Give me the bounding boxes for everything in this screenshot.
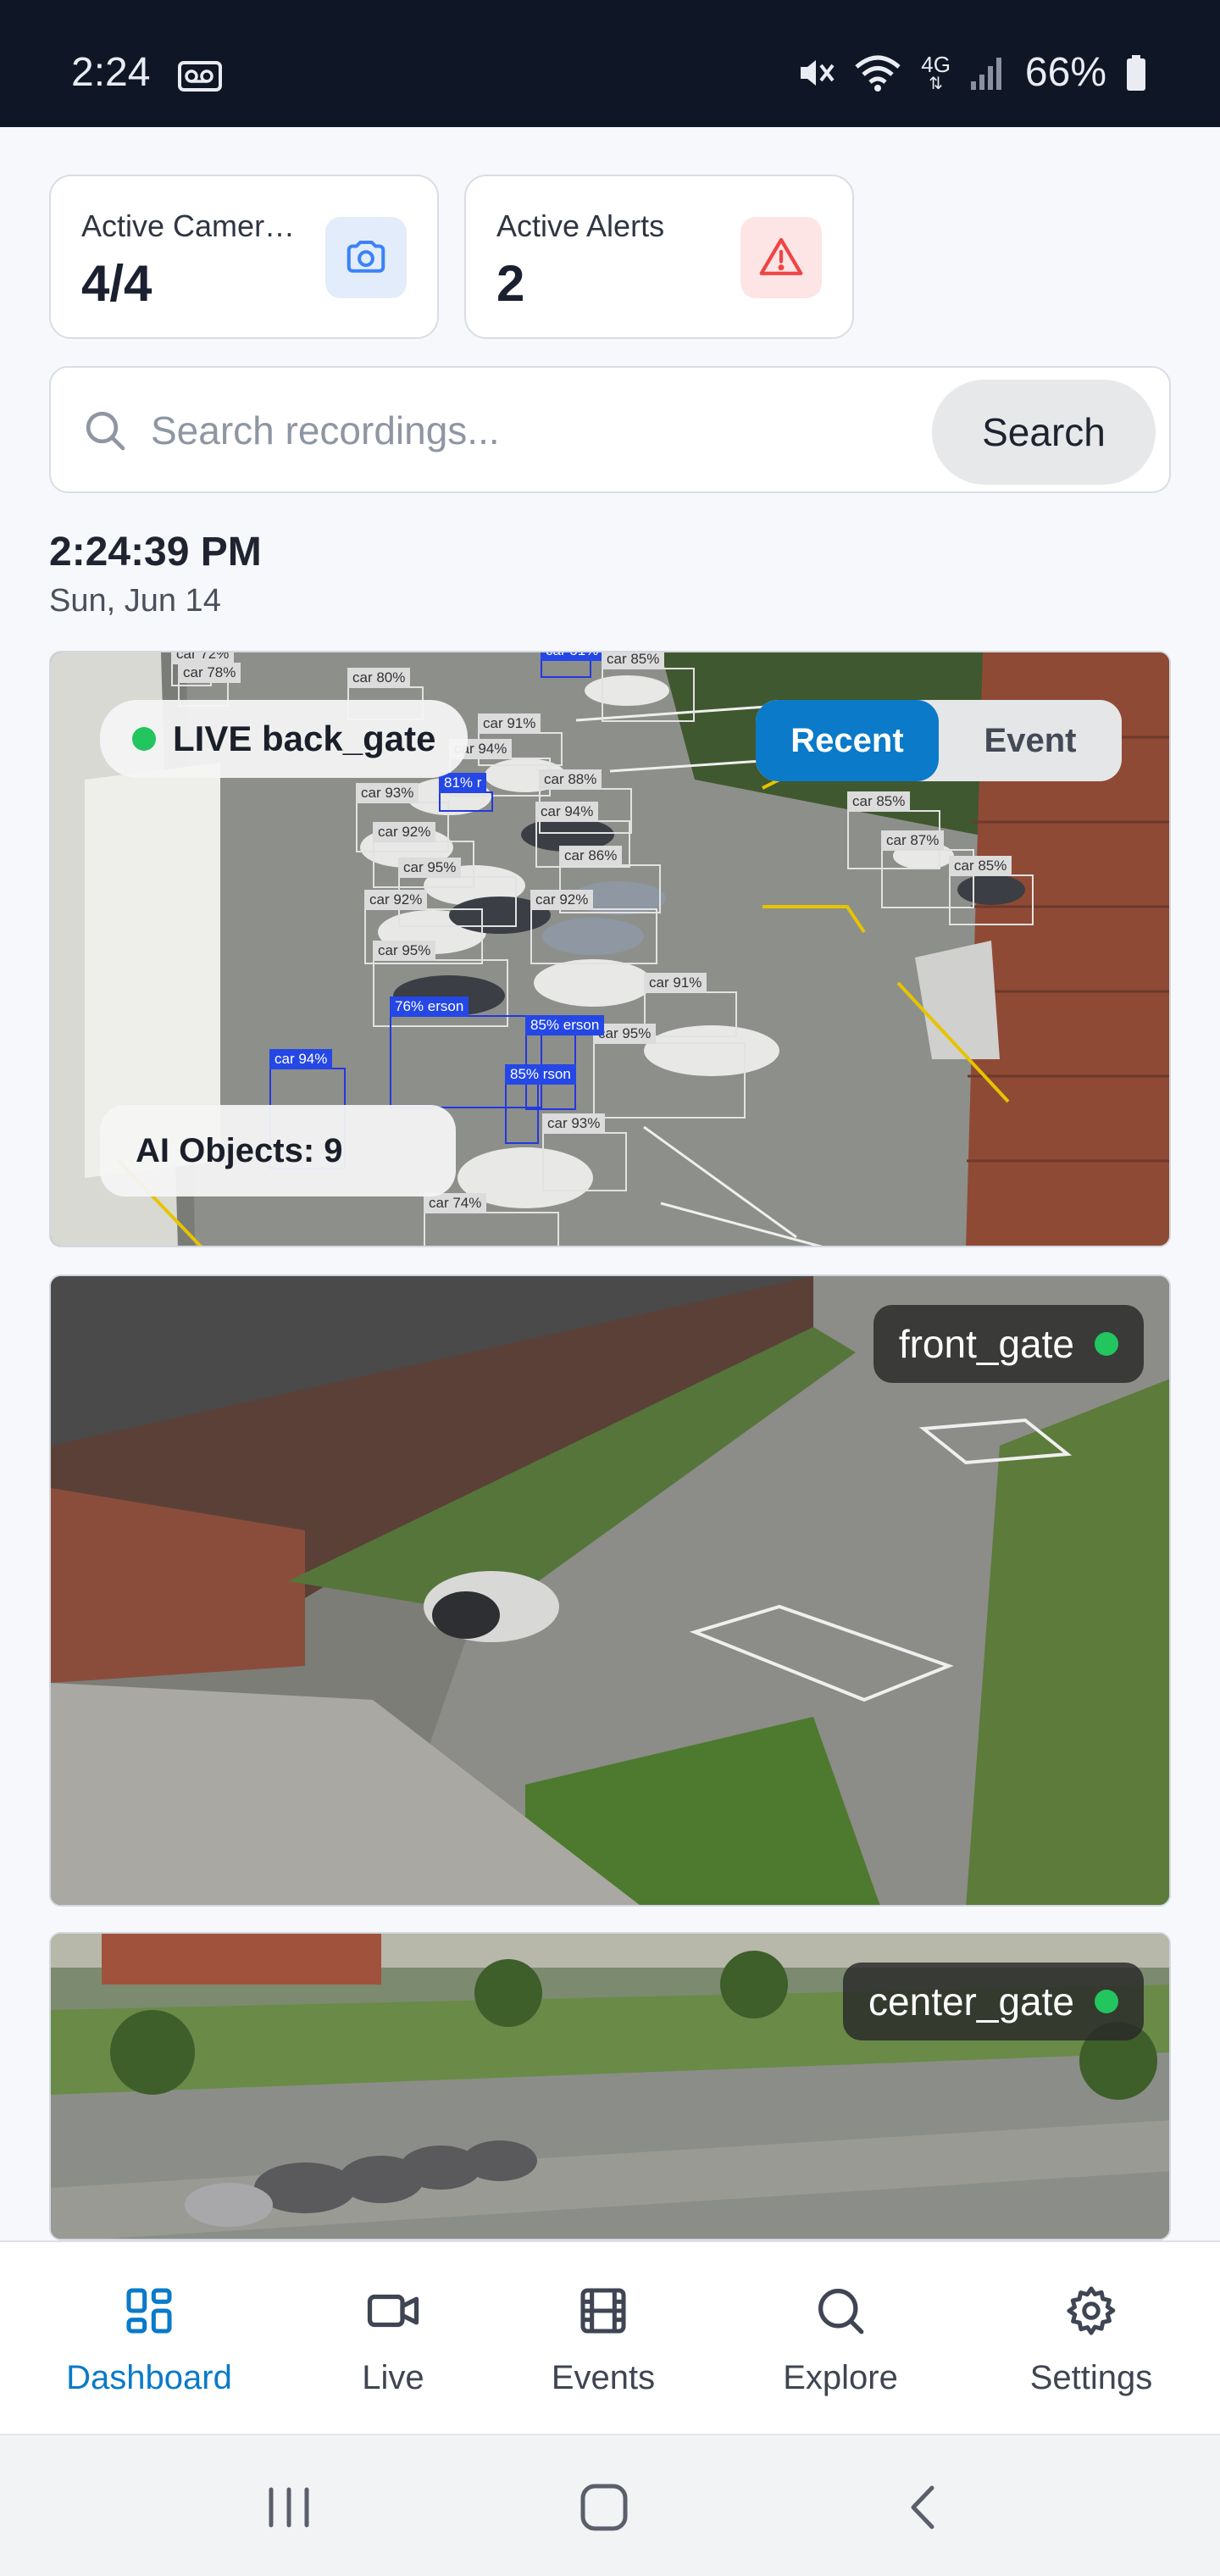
detection-label: car 92% — [530, 890, 594, 910]
status-time: 2:24 — [71, 50, 151, 95]
camera-tile-center-gate[interactable]: center_gate — [49, 1932, 1171, 2240]
detection-label: car 94% — [269, 1049, 333, 1069]
nav-label: Dashboard — [66, 2359, 232, 2396]
search-icon — [81, 407, 129, 458]
film-icon — [493, 2281, 713, 2340]
battery-icon — [1125, 54, 1147, 92]
camera-tile-back-gate[interactable]: car 72% car 78% car 80% car 51% car 85% … — [49, 651, 1171, 1247]
home-icon[interactable] — [574, 2478, 634, 2541]
camera-name-badge: center_gate — [843, 1963, 1144, 2040]
nav-label: Live — [362, 2359, 424, 2396]
nav-label: Settings — [1029, 2359, 1153, 2396]
detection-label: car 95% — [373, 941, 436, 961]
nav-label: Explore — [783, 2359, 898, 2396]
detection-label: car 93% — [542, 1113, 606, 1134]
search-icon — [730, 2281, 951, 2340]
detection-label: 81% r — [439, 773, 487, 793]
detection-label: car 86% — [559, 846, 623, 866]
camera-icon — [325, 217, 407, 298]
active-cameras-card[interactable]: Active Camer… 4/4 — [49, 175, 439, 339]
camera-tile-front-gate[interactable]: front_gate — [49, 1274, 1171, 1907]
back-icon[interactable] — [895, 2478, 954, 2541]
detection-label: car 93% — [356, 783, 419, 803]
nav-settings[interactable]: Settings — [981, 2281, 1201, 2397]
recent-toggle-button[interactable]: Recent — [756, 700, 939, 781]
search-button[interactable]: Search — [932, 380, 1156, 485]
ai-objects-badge: AI Objects: 9 — [100, 1105, 456, 1196]
detection-label: 76% erson — [390, 997, 469, 1017]
dashboard-main: Active Camer… 4/4 Active Alerts 2 Search… — [0, 127, 1220, 2240]
current-time: 2:24:39 PM — [49, 530, 262, 575]
active-alerts-value: 2 — [496, 255, 525, 312]
detection-label: car 78% — [178, 663, 241, 683]
detection-label: car 88% — [539, 769, 602, 790]
detection-label: car 85% — [602, 652, 665, 669]
active-alerts-label: Active Alerts — [496, 208, 665, 243]
active-cameras-label: Active Camer… — [81, 208, 296, 243]
network-type-icon: 4G ⇅ — [921, 51, 951, 93]
wifi-icon — [853, 53, 902, 92]
detection-label: car 92% — [373, 822, 436, 842]
active-alerts-card[interactable]: Active Alerts 2 — [464, 175, 854, 339]
nav-label: Events — [551, 2359, 656, 2396]
battery-percent: 66% — [1024, 50, 1106, 95]
camera-status-dot — [1095, 1332, 1118, 1356]
system-navigation-bar — [0, 2434, 1220, 2576]
camera-name-label: front_gate — [898, 1322, 1074, 1366]
status-bar: 2:24 4G ⇅ 66% — [0, 0, 1220, 127]
gear-icon — [981, 2281, 1201, 2340]
camera-status-dot — [1095, 1990, 1118, 2013]
nav-dashboard[interactable]: Dashboard — [39, 2281, 259, 2397]
recent-apps-icon[interactable] — [259, 2478, 319, 2541]
detection-label: car 91% — [644, 973, 707, 993]
nav-events[interactable]: Events — [493, 2281, 713, 2397]
detection-label: car 51% — [541, 652, 604, 661]
bottom-navigation: Dashboard Live Events Explore Settings — [0, 2240, 1220, 2434]
detection-label: car 87% — [881, 830, 945, 851]
search-input[interactable] — [151, 393, 964, 468]
alert-triangle-icon — [740, 217, 822, 298]
detection-label: car 85% — [847, 791, 911, 812]
nav-live[interactable]: Live — [283, 2281, 503, 2397]
recent-event-toggle: Recent Event — [756, 700, 1122, 781]
dashboard-icon — [39, 2281, 259, 2340]
search-bar: Search — [49, 366, 1171, 493]
live-status-dot — [132, 727, 156, 751]
detection-label: car 80% — [347, 668, 411, 688]
detection-label: car 95% — [398, 858, 462, 878]
current-date: Sun, Jun 14 — [49, 583, 221, 619]
network-type-label: 4G — [921, 51, 951, 77]
live-camera-label: LIVE back_gate — [173, 719, 436, 758]
nav-explore[interactable]: Explore — [730, 2281, 951, 2397]
camera-name-badge: front_gate — [873, 1305, 1144, 1383]
video-icon — [283, 2281, 503, 2340]
active-cameras-value: 4/4 — [81, 255, 152, 312]
live-badge: LIVE back_gate — [100, 700, 469, 778]
camera-name-label: center_gate — [868, 1979, 1074, 2024]
detection-label: car 91% — [478, 713, 541, 734]
event-toggle-button[interactable]: Event — [939, 700, 1122, 781]
detection-label: car 92% — [364, 890, 428, 910]
detection-label: car 94% — [535, 802, 599, 822]
detection-label: 85% erson — [525, 1015, 605, 1035]
detection-label: car 85% — [949, 856, 1012, 876]
mute-icon — [796, 53, 835, 92]
detection-label: 85% rson — [505, 1064, 576, 1085]
voicemail-icon — [178, 59, 222, 97]
signal-icon — [969, 54, 1006, 92]
